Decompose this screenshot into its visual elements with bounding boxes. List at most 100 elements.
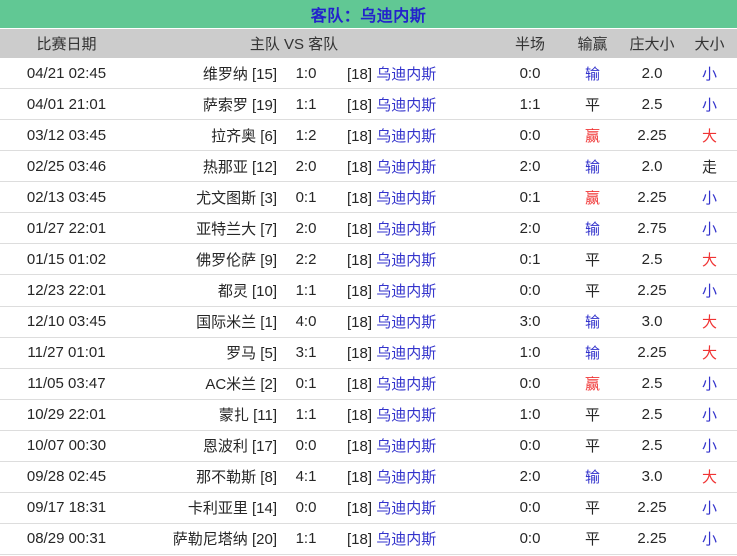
match-date: 11/27 01:01: [27, 344, 106, 362]
home-team: 拉齐奥 [6]: [211, 127, 277, 145]
away-team: [18] 乌迪内斯: [331, 249, 497, 270]
away-team-title-bar: 客队：乌迪内斯: [0, 0, 737, 29]
home-team: 萨勒尼塔纳 [20]: [172, 531, 277, 549]
ou-result: 大: [701, 251, 717, 269]
handicap-result: 输: [584, 469, 600, 487]
away-team-link[interactable]: 乌迪内斯: [376, 283, 436, 300]
ou-line: 3.0: [641, 313, 663, 331]
halftime-score: 0:1: [519, 250, 541, 268]
table-row: 12/23 22:01 都灵 [10] 1:1 [18] 乌迪内斯 0:0 平 2.25 小: [0, 275, 737, 307]
match-date: 02/13 03:45: [26, 188, 107, 206]
away-team-link[interactable]: 乌迪内斯: [376, 190, 436, 207]
handicap-result: 输: [584, 345, 600, 363]
match-table-body: 04/21 02:45 维罗纳 [15] 1:0 [18] 乌迪内斯 0:0 输 2.0 小 0…: [0, 58, 737, 555]
handicap-result: 平: [584, 407, 600, 425]
away-team-rank: [18]: [347, 469, 373, 487]
ou-result: 小: [701, 189, 717, 207]
table-row: 11/05 03:47 AC米兰 [2] 0:1 [18] 乌迪内斯 0:0 赢 2.5 小: [0, 368, 737, 400]
ou-line: 2.25: [637, 344, 667, 362]
away-team-link[interactable]: 乌迪内斯: [376, 128, 436, 145]
page-title: 客队：乌迪内斯: [310, 8, 427, 25]
ou-result: 小: [701, 376, 717, 394]
ou-result: 小: [701, 96, 717, 114]
away-team-rank: [18]: [347, 158, 373, 176]
ou-line: 2.5: [641, 437, 663, 455]
halftime-score: 2:0: [519, 157, 541, 175]
home-team: 恩波利 [17]: [202, 438, 277, 456]
home-team: 蒙扎 [11]: [218, 407, 277, 425]
away-team: [18] 乌迪内斯: [331, 497, 497, 518]
table-row: 04/01 21:01 萨索罗 [19] 1:1 [18] 乌迪内斯 1:1 平 2.5 小: [0, 89, 737, 121]
away-team-link[interactable]: 乌迪内斯: [376, 314, 436, 331]
match-date: 04/01 21:01: [26, 95, 107, 113]
match-date: 08/29 00:31: [26, 530, 107, 548]
home-team: 亚特兰大 [7]: [196, 220, 277, 238]
away-team-rank: [18]: [347, 189, 373, 207]
halftime-score: 0:0: [519, 126, 541, 144]
fulltime-score: 2:0: [295, 219, 317, 237]
column-header-ou: 大小: [694, 36, 725, 53]
handicap-result: 平: [584, 282, 600, 300]
home-team: AC米兰 [2]: [205, 376, 277, 394]
away-team-link[interactable]: 乌迪内斯: [376, 345, 436, 362]
fulltime-score: 2:2: [295, 250, 317, 268]
home-team: 维罗纳 [15]: [202, 65, 277, 83]
table-row: 10/29 22:01 蒙扎 [11] 1:1 [18] 乌迪内斯 1:0 平 2.5 小: [0, 399, 737, 431]
match-date: 12/10 03:45: [26, 313, 107, 331]
ou-line: 2.25: [637, 499, 667, 517]
away-team-rank: [18]: [347, 500, 373, 518]
fulltime-score: 4:1: [295, 468, 317, 486]
ou-line: 2.25: [637, 188, 667, 206]
away-team: [18] 乌迪内斯: [331, 63, 497, 84]
home-team: 热那亚 [12]: [202, 158, 277, 176]
away-team-rank: [18]: [347, 531, 373, 549]
away-team: [18] 乌迪内斯: [331, 280, 497, 301]
ou-result: 大: [701, 345, 717, 363]
away-team: [18] 乌迪内斯: [331, 311, 497, 332]
away-team-link[interactable]: 乌迪内斯: [376, 97, 436, 114]
ou-line: 3.0: [641, 468, 663, 486]
ou-line: 2.5: [641, 250, 663, 268]
match-date: 11/05 03:47: [27, 375, 106, 393]
away-team: [18] 乌迪内斯: [331, 156, 497, 177]
handicap-result: 平: [584, 251, 600, 269]
ou-result: 大: [701, 314, 717, 332]
away-team-link[interactable]: 乌迪内斯: [376, 500, 436, 517]
away-team: [18] 乌迪内斯: [331, 404, 497, 425]
ou-result: 小: [701, 282, 717, 300]
away-team-link[interactable]: 乌迪内斯: [376, 438, 436, 455]
handicap-result: 平: [584, 531, 600, 549]
away-team: [18] 乌迪内斯: [331, 125, 497, 146]
home-team: 那不勒斯 [8]: [196, 469, 277, 487]
table-row: 08/29 00:31 萨勒尼塔纳 [20] 1:1 [18] 乌迪内斯 0:0 平 2.2…: [0, 523, 737, 555]
fulltime-score: 1:2: [295, 126, 317, 144]
home-team: 萨索罗 [19]: [202, 96, 277, 114]
match-date: 10/07 00:30: [26, 437, 107, 455]
away-team-link[interactable]: 乌迪内斯: [376, 66, 436, 83]
away-team-rank: [18]: [347, 376, 373, 394]
away-team-link[interactable]: 乌迪内斯: [376, 531, 436, 548]
away-team-link[interactable]: 乌迪内斯: [376, 221, 436, 238]
handicap-result: 输: [584, 220, 600, 238]
table-row: 02/25 03:46 热那亚 [12] 2:0 [18] 乌迪内斯 2:0 输 2.0 走: [0, 151, 737, 183]
ou-result: 小: [701, 220, 717, 238]
away-team-link[interactable]: 乌迪内斯: [376, 407, 436, 424]
table-row: 10/07 00:30 恩波利 [17] 0:0 [18] 乌迪内斯 0:0 平 2.5 小: [0, 430, 737, 462]
match-date: 01/15 01:02: [26, 250, 107, 268]
fulltime-score: 0:0: [295, 499, 317, 517]
column-header-result: 输赢: [577, 36, 608, 53]
halftime-score: 3:0: [519, 313, 541, 331]
away-team-link[interactable]: 乌迪内斯: [376, 252, 436, 269]
match-date: 12/23 22:01: [26, 281, 107, 299]
halftime-score: 0:0: [519, 281, 541, 299]
away-team-link[interactable]: 乌迪内斯: [376, 469, 436, 486]
away-team-rank: [18]: [347, 220, 373, 238]
away-team-link[interactable]: 乌迪内斯: [376, 376, 436, 393]
fulltime-score: 4:0: [295, 313, 317, 331]
away-team-link[interactable]: 乌迪内斯: [376, 159, 436, 176]
away-team-rank: [18]: [347, 96, 373, 114]
ou-line: 2.25: [637, 530, 667, 548]
halftime-score: 0:0: [519, 530, 541, 548]
away-team: [18] 乌迪内斯: [331, 435, 497, 456]
away-team: [18] 乌迪内斯: [331, 187, 497, 208]
